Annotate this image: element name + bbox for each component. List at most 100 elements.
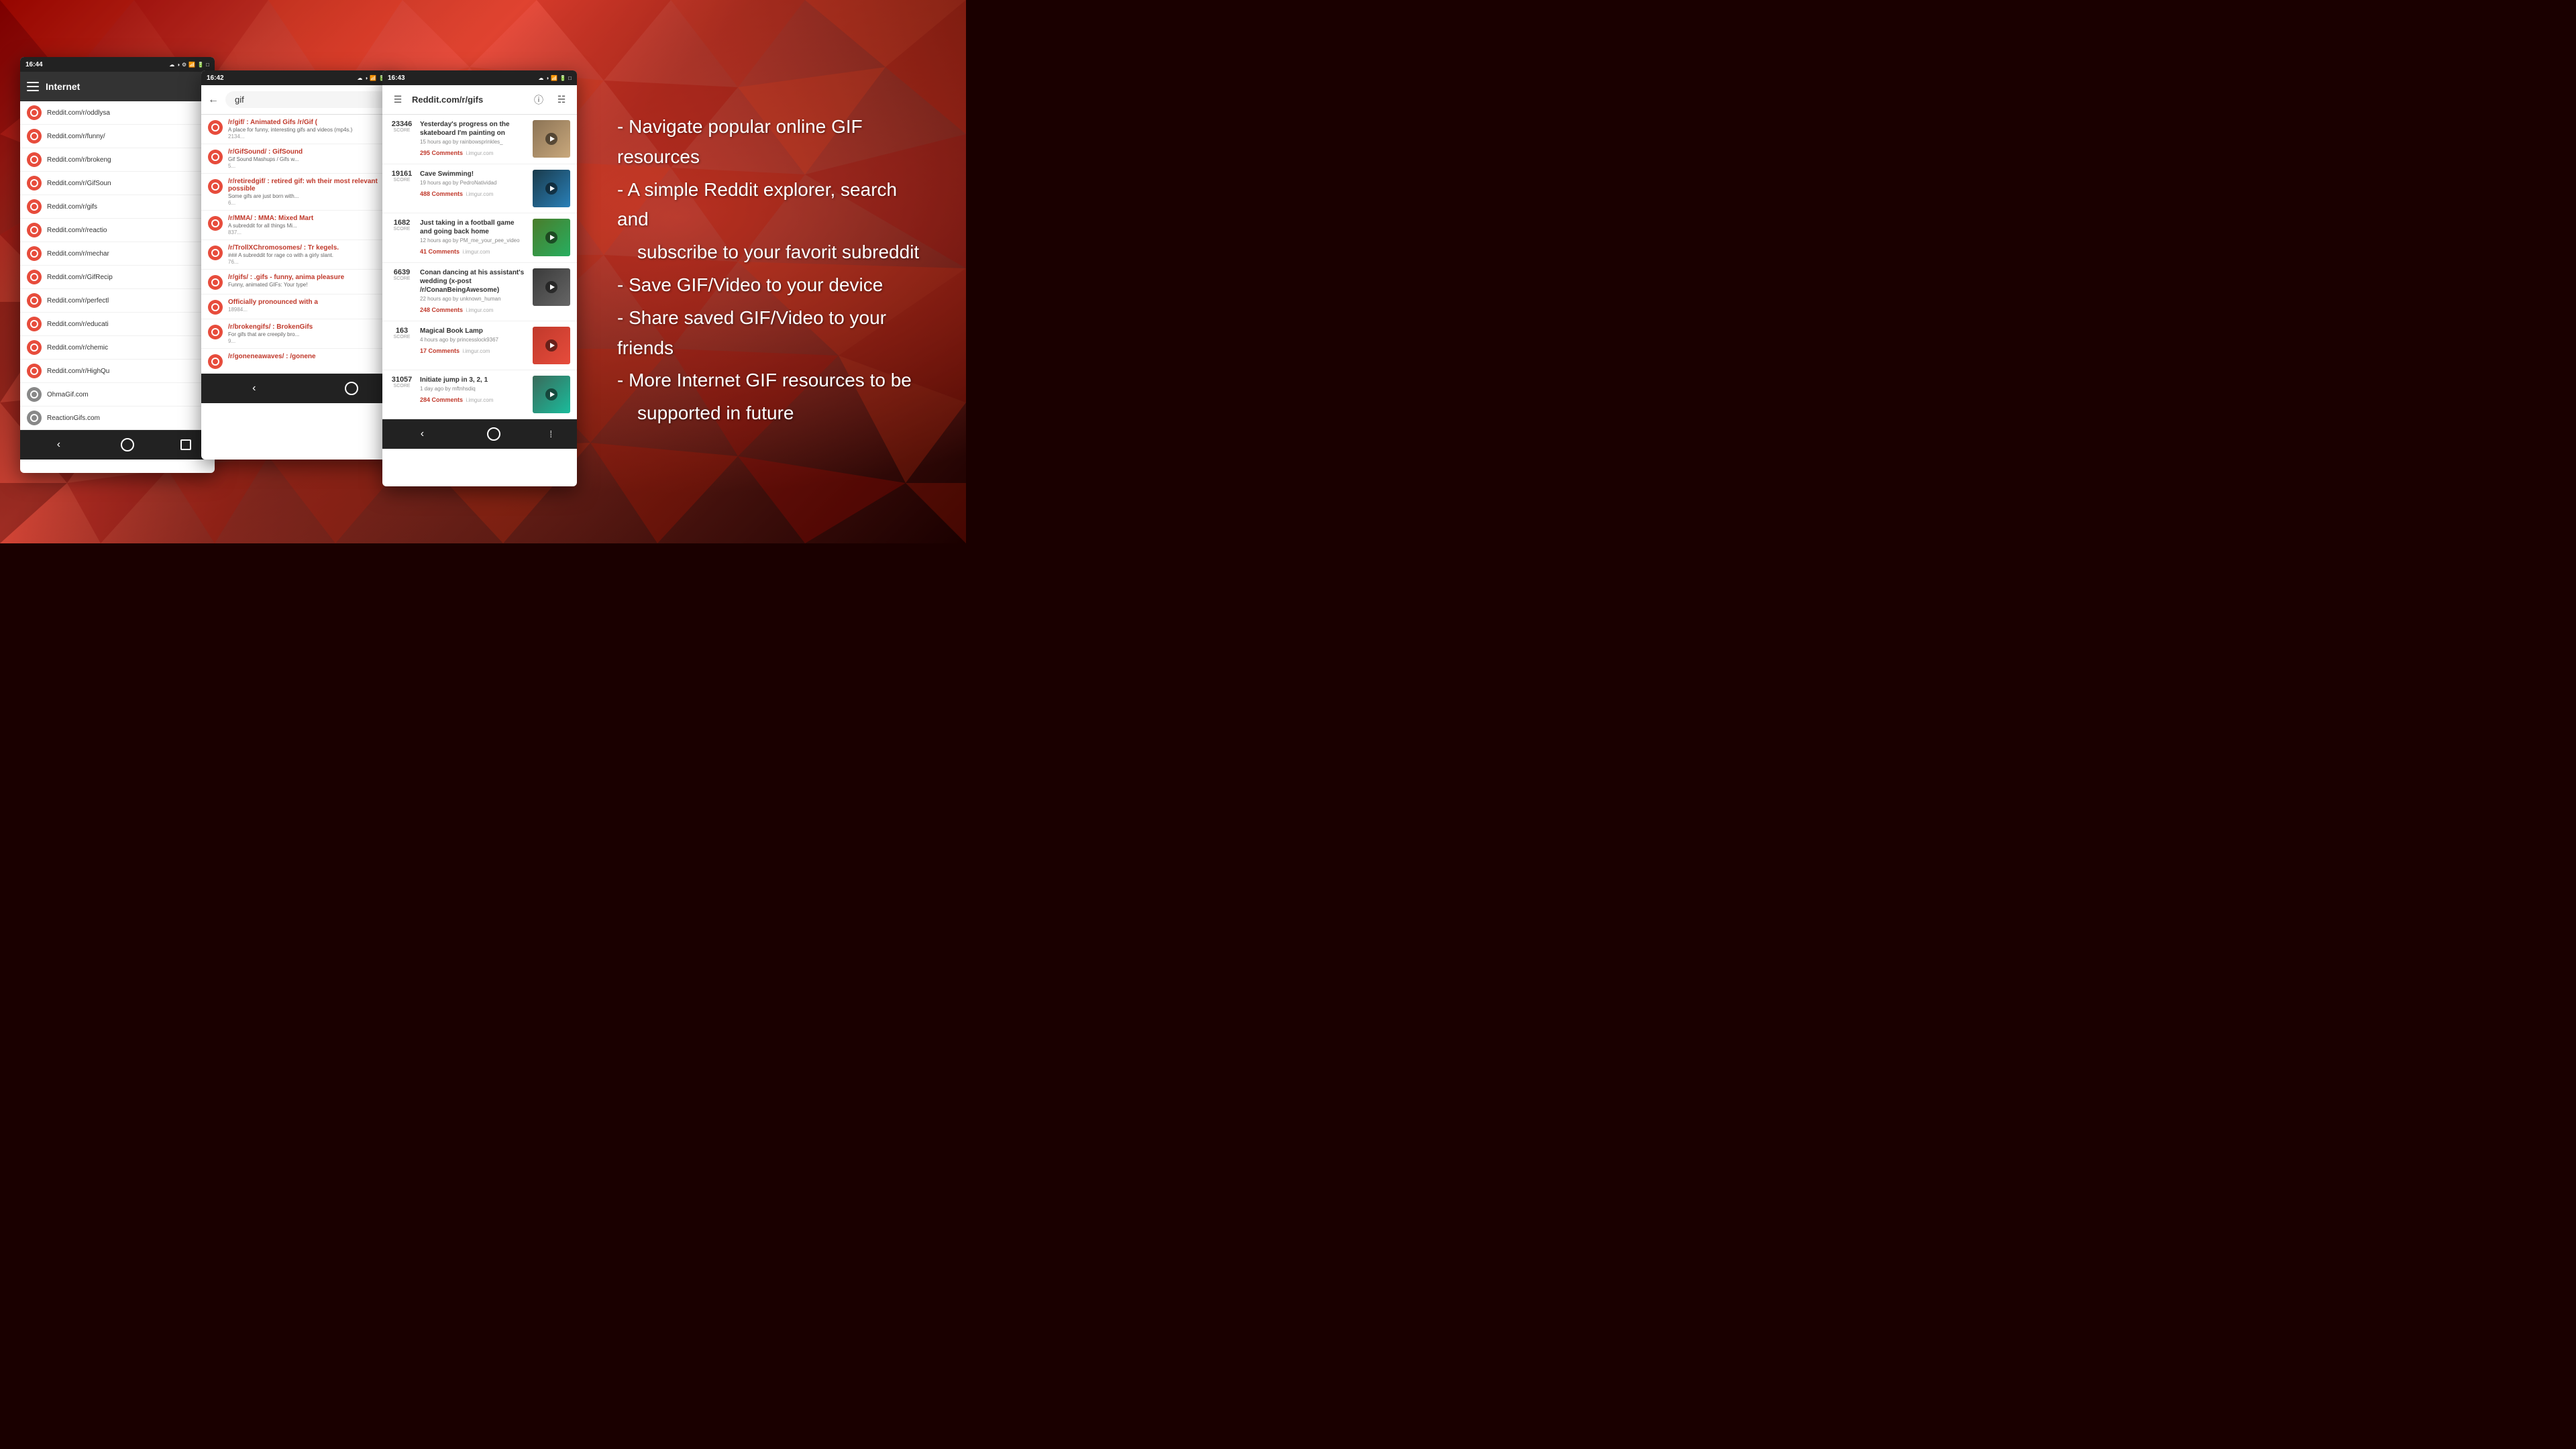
search-input[interactable]: gif — [225, 91, 389, 108]
result-count: 837... — [228, 229, 389, 235]
list-item[interactable]: Reddit.com/r/funny/ — [20, 125, 215, 148]
result-content: /r/GifSound/ : GifSound Gif Sound Mashup… — [228, 148, 389, 169]
subreddit-title: Reddit.com/r/gifs — [412, 95, 525, 105]
result-content: /r/gifs/ : .gifs - funny, anima pleasure… — [228, 274, 389, 290]
reddit-icon — [27, 246, 42, 261]
hamburger-icon[interactable] — [27, 82, 39, 91]
search-result-item[interactable]: /r/GifSound/ : GifSound Gif Sound Mashup… — [201, 144, 396, 174]
result-desc: Some gifs are just born with... — [228, 193, 389, 199]
phone-3: 16:43 ☁ ◑ 📶 🔋 □ ☰ Reddit.com/r/gifs ⓘ ☵ — [382, 70, 577, 486]
post-meta: 12 hours ago by PM_me_your_pee_video — [420, 237, 527, 244]
recents-button[interactable]: ⁞ — [549, 429, 552, 439]
search-result-item[interactable]: /r/retiredgif/ : retired gif: wh their m… — [201, 174, 396, 211]
post-comments[interactable]: 284 Comments — [420, 396, 463, 403]
search-result-item[interactable]: /r/goneneawaves/ : /gonene — [201, 349, 396, 374]
list-item[interactable]: Reddit.com/r/GifRecip — [20, 266, 215, 289]
search-result-item[interactable]: /r/brokengifs/ : BrokenGifs For gifs tha… — [201, 319, 396, 349]
list-item[interactable]: Reddit.com/r/perfectl — [20, 289, 215, 313]
reddit-icon — [27, 176, 42, 191]
post-content: Conan dancing at his assistant's wedding… — [420, 268, 527, 315]
post-comments[interactable]: 41 Comments — [420, 248, 460, 255]
search-result-item[interactable]: Officially pronounced with a 18984... — [201, 294, 396, 319]
result-icon — [208, 246, 223, 260]
list-item[interactable]: ReactionGifs.com — [20, 407, 215, 430]
item-url: Reddit.com/r/perfectl — [47, 297, 109, 305]
post-thumbnail — [533, 268, 570, 306]
post-item[interactable]: 6639 SCORE Conan dancing at his assistan… — [382, 263, 577, 321]
result-desc: Gif Sound Mashups / Gifs w... — [228, 156, 389, 162]
result-content: /r/TrollXChromosomes/ : Tr kegels. ### A… — [228, 244, 389, 265]
post-thumbnail — [533, 327, 570, 364]
result-icon — [208, 216, 223, 231]
feature-line-4: - Share saved GIF/Video to your friends — [617, 303, 926, 364]
result-icon — [208, 325, 223, 339]
post-thumbnail — [533, 219, 570, 256]
phone1-title: Internet — [46, 81, 80, 92]
search-result-item[interactable]: /r/gif/ : Animated Gifs /r/Gif ( A place… — [201, 115, 396, 144]
list-item[interactable]: Reddit.com/r/brokeng — [20, 148, 215, 172]
list-item[interactable]: OhmaGif.com — [20, 383, 215, 407]
phone3-status-icons: ☁ ◑ 📶 🔋 □ — [538, 75, 572, 81]
main-content: 16:44 ☁ ◑ ⚙ 📶 🔋 □ Internet — [0, 0, 966, 543]
home-button[interactable] — [121, 438, 134, 451]
search-result-item[interactable]: /r/TrollXChromosomes/ : Tr kegels. ### A… — [201, 240, 396, 270]
result-icon — [208, 300, 223, 315]
back-button[interactable]: ‹ — [239, 377, 269, 400]
result-title: /r/goneneawaves/ : /gonene — [228, 353, 389, 360]
result-count: 18984... — [228, 307, 389, 313]
web-icon — [27, 387, 42, 402]
list-item[interactable]: Reddit.com/r/gifs — [20, 195, 215, 219]
list-item[interactable]: Reddit.com/r/HighQu — [20, 360, 215, 383]
post-meta: 22 hours ago by unknown_human — [420, 296, 527, 302]
search-result-item[interactable]: /r/gifs/ : .gifs - funny, anima pleasure… — [201, 270, 396, 294]
result-content: /r/brokengifs/ : BrokenGifs For gifs tha… — [228, 323, 389, 344]
back-button[interactable]: ‹ — [407, 423, 437, 445]
post-source: i.imgur.com — [466, 397, 493, 403]
post-content: Magical Book Lamp 4 hours ago by princes… — [420, 327, 527, 364]
post-comments[interactable]: 295 Comments — [420, 150, 463, 156]
post-comments[interactable]: 248 Comments — [420, 307, 463, 313]
post-item[interactable]: 19161 SCORE Cave Swimming! 19 hours ago … — [382, 164, 577, 213]
post-thumbnail — [533, 376, 570, 413]
back-arrow-icon[interactable]: ← — [208, 94, 219, 106]
post-comments[interactable]: 17 Comments — [420, 347, 460, 354]
result-title: /r/gifs/ : .gifs - funny, anima pleasure — [228, 274, 389, 281]
list-item[interactable]: Reddit.com/r/mechar — [20, 242, 215, 266]
item-url: Reddit.com/r/GifRecip — [47, 274, 113, 281]
phone1-time: 16:44 — [25, 61, 43, 68]
post-item[interactable]: 23346 SCORE Yesterday's progress on the … — [382, 115, 577, 164]
list-item[interactable]: Reddit.com/r/GifSoun — [20, 172, 215, 195]
post-item[interactable]: 163 SCORE Magical Book Lamp 4 hours ago … — [382, 321, 577, 370]
result-desc: For gifs that are creepily bro... — [228, 331, 389, 337]
list-item[interactable]: Reddit.com/r/chemic — [20, 336, 215, 360]
result-count: 2134... — [228, 133, 389, 140]
info-icon[interactable]: ⓘ — [530, 91, 547, 109]
item-url: Reddit.com/r/chemic — [47, 344, 108, 352]
result-content: /r/retiredgif/ : retired gif: wh their m… — [228, 178, 389, 206]
post-item[interactable]: 31057 SCORE Initiate jump in 3, 2, 1 1 d… — [382, 370, 577, 419]
back-button[interactable]: ‹ — [44, 433, 74, 456]
search-result-item[interactable]: /r/MMA/ : MMA: Mixed Mart A subreddit fo… — [201, 211, 396, 240]
post-score: 19161 SCORE — [389, 170, 415, 207]
recents-button[interactable] — [180, 439, 191, 450]
item-url: Reddit.com/r/mechar — [47, 250, 109, 258]
post-comments[interactable]: 488 Comments — [420, 191, 463, 197]
post-source: i.imgur.com — [466, 191, 493, 197]
score-number: 163 — [396, 327, 408, 335]
feature-line-5b: supported in future — [617, 398, 926, 429]
phones-container: 16:44 ☁ ◑ ⚙ 📶 🔋 □ Internet — [20, 57, 577, 486]
item-url: ReactionGifs.com — [47, 415, 100, 422]
score-number: 19161 — [392, 170, 413, 178]
menu-icon[interactable]: ☰ — [389, 91, 407, 109]
list-item[interactable]: Reddit.com/r/educati — [20, 313, 215, 336]
list-item[interactable]: Reddit.com/r/oddlysa — [20, 101, 215, 125]
list-item[interactable]: Reddit.com/r/reactio — [20, 219, 215, 242]
post-source: i.imgur.com — [462, 249, 490, 255]
filter-icon[interactable]: ☵ — [553, 91, 570, 109]
home-button[interactable] — [345, 382, 358, 395]
result-title: /r/TrollXChromosomes/ : Tr kegels. — [228, 244, 389, 252]
score-number: 23346 — [392, 120, 413, 128]
post-item[interactable]: 1682 SCORE Just taking in a football gam… — [382, 213, 577, 263]
home-button[interactable] — [487, 427, 500, 441]
reddit-bar: ☰ Reddit.com/r/gifs ⓘ ☵ — [382, 85, 577, 115]
